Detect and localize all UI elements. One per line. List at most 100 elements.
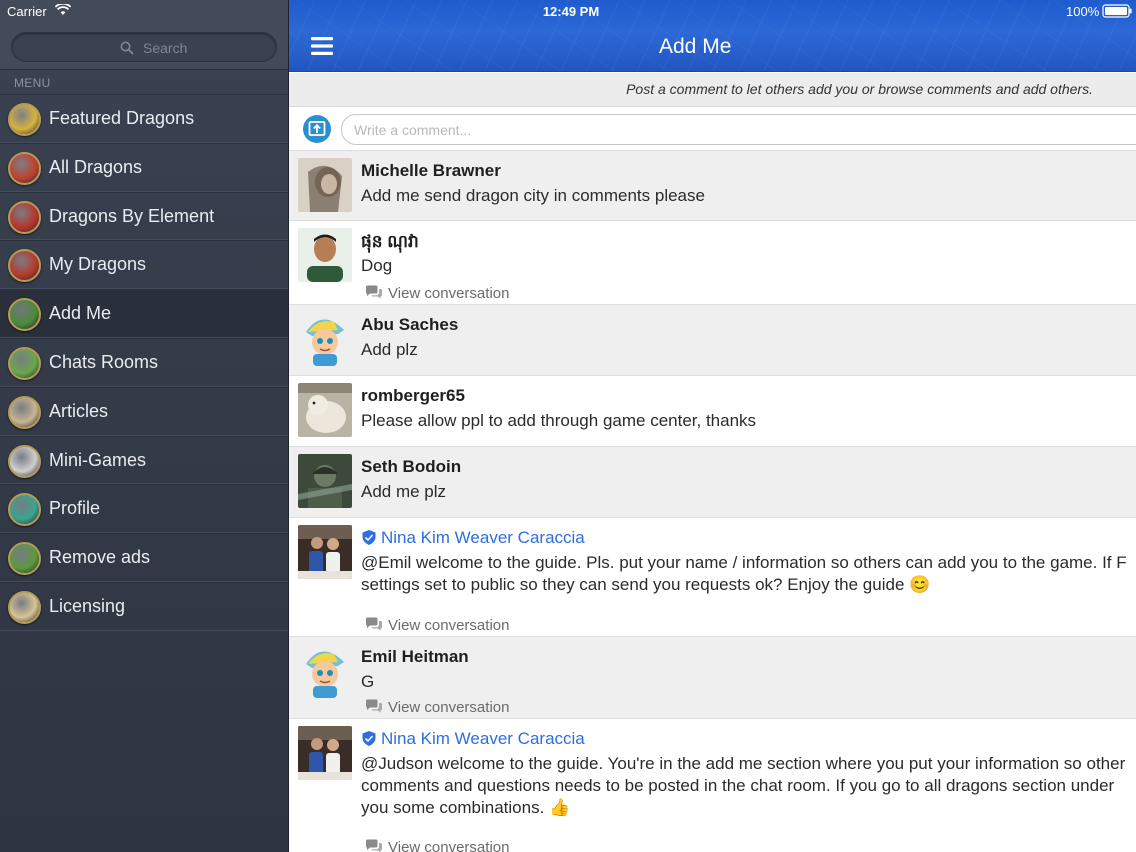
sidebar-item-dragons-by-element[interactable]: Dragons By Element bbox=[0, 191, 288, 241]
status-bar-left: Carrier bbox=[0, 0, 288, 24]
main-panel: 12:49 PM 100% Add Me Post a comment to l… bbox=[288, 0, 1136, 852]
avatar[interactable] bbox=[298, 383, 352, 437]
articles-icon bbox=[8, 395, 41, 429]
commenter-name: Seth Bodoin bbox=[361, 457, 462, 476]
sidebar-item-licensing[interactable]: Licensing bbox=[0, 581, 288, 631]
instructions-banner: Post a comment to let others add you or … bbox=[289, 73, 1136, 107]
commenter-name: Abu Saches bbox=[361, 315, 459, 334]
comment-row[interactable]: Michelle Brawner Add me send dragon city … bbox=[289, 151, 1136, 221]
speech-bubble-icon bbox=[366, 699, 382, 713]
chat-rooms-icon bbox=[8, 346, 41, 380]
hamburger-menu-icon[interactable] bbox=[311, 37, 333, 55]
view-conversation-label: View conversation bbox=[388, 699, 510, 716]
mini-games-icon bbox=[8, 444, 41, 478]
sidebar-item-remove-ads[interactable]: Remove ads bbox=[0, 533, 288, 582]
comment-row[interactable]: Abu Saches Add plz bbox=[289, 305, 1136, 376]
menu-list: Featured Dragons All Dragons Dragons By El… bbox=[0, 94, 288, 631]
view-conversation-link[interactable]: View conversation bbox=[365, 617, 509, 634]
nav-bar: 12:49 PM 100% Add Me bbox=[289, 0, 1136, 72]
sidebar-item-all-dragons[interactable]: All Dragons bbox=[0, 142, 288, 192]
avatar[interactable] bbox=[298, 644, 352, 698]
comment-text: @Emil welcome to the guide. Pls. put you… bbox=[361, 553, 1127, 594]
sidebar-item-add-me[interactable]: Add Me bbox=[0, 289, 288, 338]
search-icon bbox=[120, 41, 134, 55]
search-bar: Search bbox=[0, 24, 288, 70]
sidebar-item-label: Remove ads bbox=[49, 547, 151, 568]
comment-row[interactable]: romberger65 Please allow ppl to add throu… bbox=[289, 376, 1136, 447]
commenter-name: Emil Heitman bbox=[361, 647, 469, 666]
sidebar-item-featured-dragons[interactable]: Featured Dragons bbox=[0, 94, 288, 143]
remove-ads-icon bbox=[8, 542, 41, 576]
verified-shield-icon bbox=[362, 530, 376, 545]
comment-text: G bbox=[361, 672, 375, 691]
sidebar-item-articles[interactable]: Articles bbox=[0, 386, 288, 436]
add-me-icon bbox=[8, 298, 41, 332]
sidebar-item-label: Licensing bbox=[49, 595, 126, 616]
status-time: 12:49 PM bbox=[542, 4, 600, 19]
battery-icon bbox=[1102, 4, 1132, 18]
sidebar-item-label: Dragons By Element bbox=[49, 205, 215, 226]
profile-icon bbox=[8, 493, 41, 527]
comment-text: Add me send dragon city in comments plea… bbox=[361, 186, 705, 205]
sidebar-menu: Carrier Search MENU Featured Dragons All … bbox=[0, 0, 288, 852]
search-placeholder: Search bbox=[143, 40, 188, 56]
sidebar-item-chats-rooms[interactable]: Chats Rooms bbox=[0, 337, 288, 387]
sidebar-item-label: Add Me bbox=[49, 303, 112, 324]
sidebar-item-label: My Dragons bbox=[49, 254, 147, 275]
my-dragons-icon bbox=[8, 249, 41, 283]
avatar[interactable] bbox=[298, 312, 352, 366]
instructions-text: Post a comment to let others add you or … bbox=[626, 81, 1093, 97]
commenter-name: romberger65 bbox=[361, 386, 465, 405]
sidebar-item-label: Featured Dragons bbox=[49, 108, 195, 128]
comment-text: Add plz bbox=[361, 340, 418, 359]
featured-dragons-icon bbox=[8, 103, 41, 136]
sidebar-item-label: Profile bbox=[49, 498, 101, 519]
view-conversation-link[interactable]: View conversation bbox=[365, 839, 509, 852]
sidebar-item-profile[interactable]: Profile bbox=[0, 484, 288, 534]
licensing-icon bbox=[8, 590, 41, 624]
comment-composer bbox=[289, 107, 1136, 151]
avatar[interactable] bbox=[298, 726, 352, 780]
element-icon bbox=[8, 200, 41, 234]
speech-bubble-icon bbox=[366, 285, 382, 299]
sidebar-item-label: Mini-Games bbox=[49, 449, 147, 470]
commenter-name: ផុន ណុវា bbox=[361, 232, 419, 251]
menu-section-label: MENU bbox=[14, 76, 51, 90]
sidebar-item-label: Articles bbox=[49, 400, 109, 421]
page-title: Add Me bbox=[659, 35, 732, 58]
search-input[interactable]: Search bbox=[11, 32, 277, 62]
avatar[interactable] bbox=[298, 228, 352, 282]
comment-row[interactable]: Seth Bodoin Add me plz bbox=[289, 447, 1136, 518]
carrier-label: Carrier bbox=[7, 4, 47, 19]
avatar[interactable] bbox=[298, 454, 352, 508]
avatar[interactable] bbox=[298, 158, 352, 212]
comment-row[interactable]: Emil Heitman G View conversation bbox=[289, 637, 1136, 719]
commenter-name: Michelle Brawner bbox=[361, 161, 501, 180]
comment-text: Add me plz bbox=[361, 482, 447, 501]
commenter-name-link[interactable]: Nina Kim Weaver Caraccia bbox=[381, 528, 585, 548]
view-conversation-label: View conversation bbox=[388, 285, 510, 302]
sidebar-item-label: All Dragons bbox=[49, 156, 143, 177]
comment-row[interactable]: Nina Kim Weaver Caraccia @Emil welcome to… bbox=[289, 518, 1136, 637]
comment-row[interactable]: Nina Kim Weaver Caraccia @Judson welcome … bbox=[289, 719, 1136, 852]
view-conversation-link[interactable]: View conversation bbox=[365, 285, 509, 302]
sidebar-item-label: Chats Rooms bbox=[49, 351, 159, 372]
view-conversation-link[interactable]: View conversation bbox=[365, 699, 509, 716]
view-conversation-label: View conversation bbox=[388, 617, 510, 634]
comment-input[interactable] bbox=[341, 114, 1136, 145]
view-conversation-label: View conversation bbox=[388, 839, 510, 852]
comment-text: Dog bbox=[361, 256, 393, 275]
comment-text: Please allow ppl to add through game cen… bbox=[361, 411, 757, 430]
commenter-name-link[interactable]: Nina Kim Weaver Caraccia bbox=[381, 729, 585, 749]
sidebar-item-my-dragons[interactable]: My Dragons bbox=[0, 240, 288, 290]
verified-shield-icon bbox=[362, 731, 376, 746]
avatar[interactable] bbox=[298, 525, 352, 579]
speech-bubble-icon bbox=[366, 617, 382, 631]
comment-row[interactable]: ផុន ណុវា Dog View conversation bbox=[289, 221, 1136, 305]
comment-text: @Judson welcome to the guide. You're in … bbox=[361, 754, 1126, 817]
upload-image-icon[interactable] bbox=[302, 114, 332, 144]
wifi-icon bbox=[55, 4, 71, 15]
speech-bubble-icon bbox=[366, 839, 382, 852]
sidebar-item-mini-games[interactable]: Mini-Games bbox=[0, 435, 288, 485]
all-dragons-icon bbox=[8, 151, 41, 185]
